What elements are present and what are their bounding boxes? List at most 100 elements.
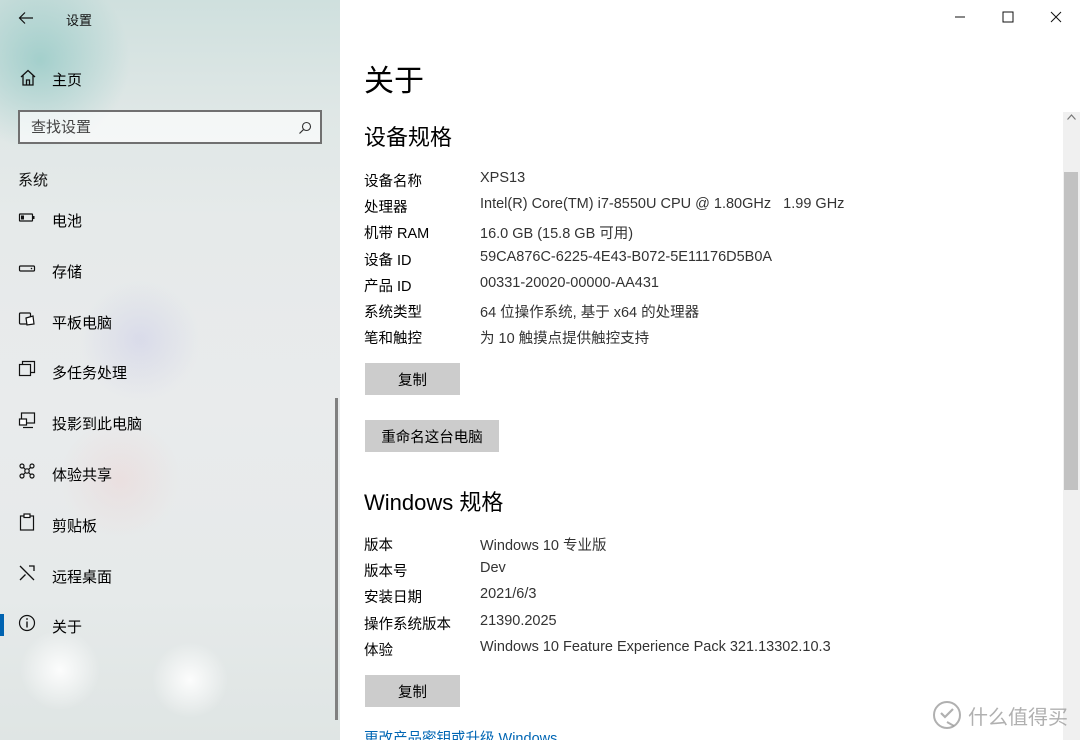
back-arrow-icon <box>18 12 33 24</box>
spec-key: 产品 ID <box>364 278 412 295</box>
sidebar-item-label: 存储 <box>52 263 83 281</box>
page-title: 关于 <box>364 65 424 98</box>
multitasking-icon <box>18 361 36 377</box>
close-button[interactable] <box>1032 0 1080 34</box>
sidebar-item-about[interactable]: 关于 <box>0 600 334 651</box>
app-title: 设置 <box>66 13 93 28</box>
window-controls <box>936 0 1080 34</box>
spec-key: 处理器 <box>364 200 408 217</box>
change-product-key-link[interactable]: 更改产品密钥或升级 Windows <box>364 727 557 740</box>
sidebar-item-label: 多任务处理 <box>52 365 128 383</box>
spec-row: 体验 Windows 10 Feature Experience Pack 32… <box>364 636 1054 662</box>
search-box[interactable] <box>18 110 322 144</box>
sidebar-item-label: 投影到此电脑 <box>52 416 143 434</box>
spec-value: 16.0 GB (15.8 GB 可用) <box>480 226 634 243</box>
search-input[interactable] <box>20 112 291 142</box>
spec-value: 00331-20020-00000-AA431 <box>480 274 659 291</box>
sidebar: 设置 主页 系统 电池 存储 <box>0 0 340 740</box>
home-icon <box>20 69 36 86</box>
spec-value: XPS13 <box>480 170 526 186</box>
watermark-logo-icon <box>933 701 961 729</box>
spec-value: Windows 10 Feature Experience Pack 321.1… <box>480 638 831 655</box>
windows-specs-table: 版本 Windows 10 专业版 版本号 Dev 安装日期 2021/6/3 … <box>364 531 1054 662</box>
sidebar-scrollbar[interactable] <box>335 398 338 720</box>
clipboard-icon <box>19 513 35 531</box>
nav-list: 电池 存储 平板电脑 多任务处理 投影到此电脑 体验共享 剪贴板 远程桌面 关于 <box>0 194 334 651</box>
active-indicator <box>0 614 4 637</box>
spec-value: 59CA876C-6225-4E43-B072-5E11176D5B0A <box>480 248 773 265</box>
spec-row: 系统类型 64 位操作系统, 基于 x64 的处理器 <box>364 298 1054 324</box>
title-bar: 设置 <box>0 0 340 36</box>
storage-icon <box>18 265 36 272</box>
spec-value: Windows 10 专业版 <box>480 538 607 554</box>
spec-key: 机带 RAM <box>364 226 430 243</box>
copy-windows-specs-button[interactable]: 复制 <box>365 675 460 707</box>
spec-key: 安装日期 <box>364 590 422 607</box>
scrollbar-thumb[interactable] <box>1064 172 1078 490</box>
spec-key: 体验 <box>364 642 393 659</box>
spec-key: 设备 ID <box>364 252 412 269</box>
spec-key: 笔和触控 <box>364 331 422 348</box>
spec-row: 机带 RAM 16.0 GB (15.8 GB 可用) <box>364 219 1054 245</box>
section-label-system: 系统 <box>18 172 49 189</box>
back-button[interactable] <box>10 4 42 32</box>
scroll-up-arrow-icon <box>1066 114 1076 120</box>
spec-key: 版本 <box>364 538 393 554</box>
battery-icon <box>18 213 35 222</box>
maximize-button[interactable] <box>984 0 1032 34</box>
minimize-button[interactable] <box>936 0 984 34</box>
spec-row: 产品 ID 00331-20020-00000-AA431 <box>364 272 1054 298</box>
spec-key: 设备名称 <box>364 174 422 190</box>
spec-key: 操作系统版本 <box>364 616 451 633</box>
sidebar-item-multitasking[interactable]: 多任务处理 <box>0 346 334 397</box>
minimize-icon <box>955 16 965 18</box>
sidebar-item-label: 关于 <box>52 619 83 637</box>
spec-row: 版本 Windows 10 专业版 <box>364 531 1054 557</box>
shared-experiences-icon <box>19 463 35 479</box>
spec-value: 21390.2025 <box>480 612 557 629</box>
spec-value: 2021/6/3 <box>480 586 537 603</box>
spec-row: 设备名称 XPS13 <box>364 167 1054 193</box>
close-icon <box>1050 11 1062 23</box>
spec-row: 版本号 Dev <box>364 557 1054 583</box>
copy-device-specs-button[interactable]: 复制 <box>365 363 460 395</box>
spec-key: 版本号 <box>364 564 408 581</box>
sidebar-item-label: 电池 <box>52 213 83 230</box>
scroll-up-button[interactable] <box>1066 112 1076 122</box>
spec-value: 为 10 触摸点提供触控支持 <box>480 331 650 348</box>
spec-value: Intel(R) Core(TM) i7-8550U CPU @ 1.80GHz… <box>480 196 845 213</box>
spec-key: 系统类型 <box>364 304 422 321</box>
windows-specs-heading: Windows 规格 <box>364 490 504 515</box>
info-icon <box>18 615 36 632</box>
projecting-icon <box>18 412 36 429</box>
spec-value: 64 位操作系统, 基于 x64 的处理器 <box>480 304 700 321</box>
device-specs-heading: 设备规格 <box>364 125 453 150</box>
maximize-icon <box>1002 11 1014 23</box>
sidebar-item-label: 体验共享 <box>52 466 113 484</box>
tablet-icon <box>18 311 35 326</box>
spec-row: 操作系统版本 21390.2025 <box>364 610 1054 636</box>
sidebar-item-label: 平板电脑 <box>52 314 113 332</box>
sidebar-item-tablet[interactable]: 平板电脑 <box>0 296 334 347</box>
spec-value: Dev <box>480 560 506 577</box>
sidebar-item-home[interactable]: 主页 <box>0 60 330 96</box>
home-label: 主页 <box>52 72 83 89</box>
spec-row: 处理器 Intel(R) Core(TM) i7-8550U CPU @ 1.8… <box>364 193 1054 219</box>
watermark-text: 什么值得买 <box>968 706 1068 729</box>
device-specs-table: 设备名称 XPS13 处理器 Intel(R) Core(TM) i7-8550… <box>364 167 1054 350</box>
sidebar-item-remote-desktop[interactable]: 远程桌面 <box>0 550 334 601</box>
sidebar-item-shared-experiences[interactable]: 体验共享 <box>0 448 334 499</box>
spec-row: 安装日期 2021/6/3 <box>364 583 1054 609</box>
rename-pc-button[interactable]: 重命名这台电脑 <box>365 420 499 452</box>
spec-row: 设备 ID 59CA876C-6225-4E43-B072-5E11176D5B… <box>364 246 1054 272</box>
sidebar-item-battery[interactable]: 电池 <box>0 194 334 245</box>
search-icon[interactable] <box>298 121 312 135</box>
sidebar-item-storage[interactable]: 存储 <box>0 245 334 296</box>
sidebar-item-projecting[interactable]: 投影到此电脑 <box>0 397 334 448</box>
spec-row: 笔和触控 为 10 触摸点提供触控支持 <box>364 324 1054 350</box>
sidebar-item-label: 远程桌面 <box>52 568 113 586</box>
watermark: 什么值得买 <box>932 700 1068 730</box>
sidebar-item-clipboard[interactable]: 剪贴板 <box>0 499 334 550</box>
remote-desktop-icon <box>19 564 35 581</box>
main-content: 关于 设备规格 设备名称 XPS13 处理器 Intel(R) Core(TM)… <box>340 0 1080 740</box>
